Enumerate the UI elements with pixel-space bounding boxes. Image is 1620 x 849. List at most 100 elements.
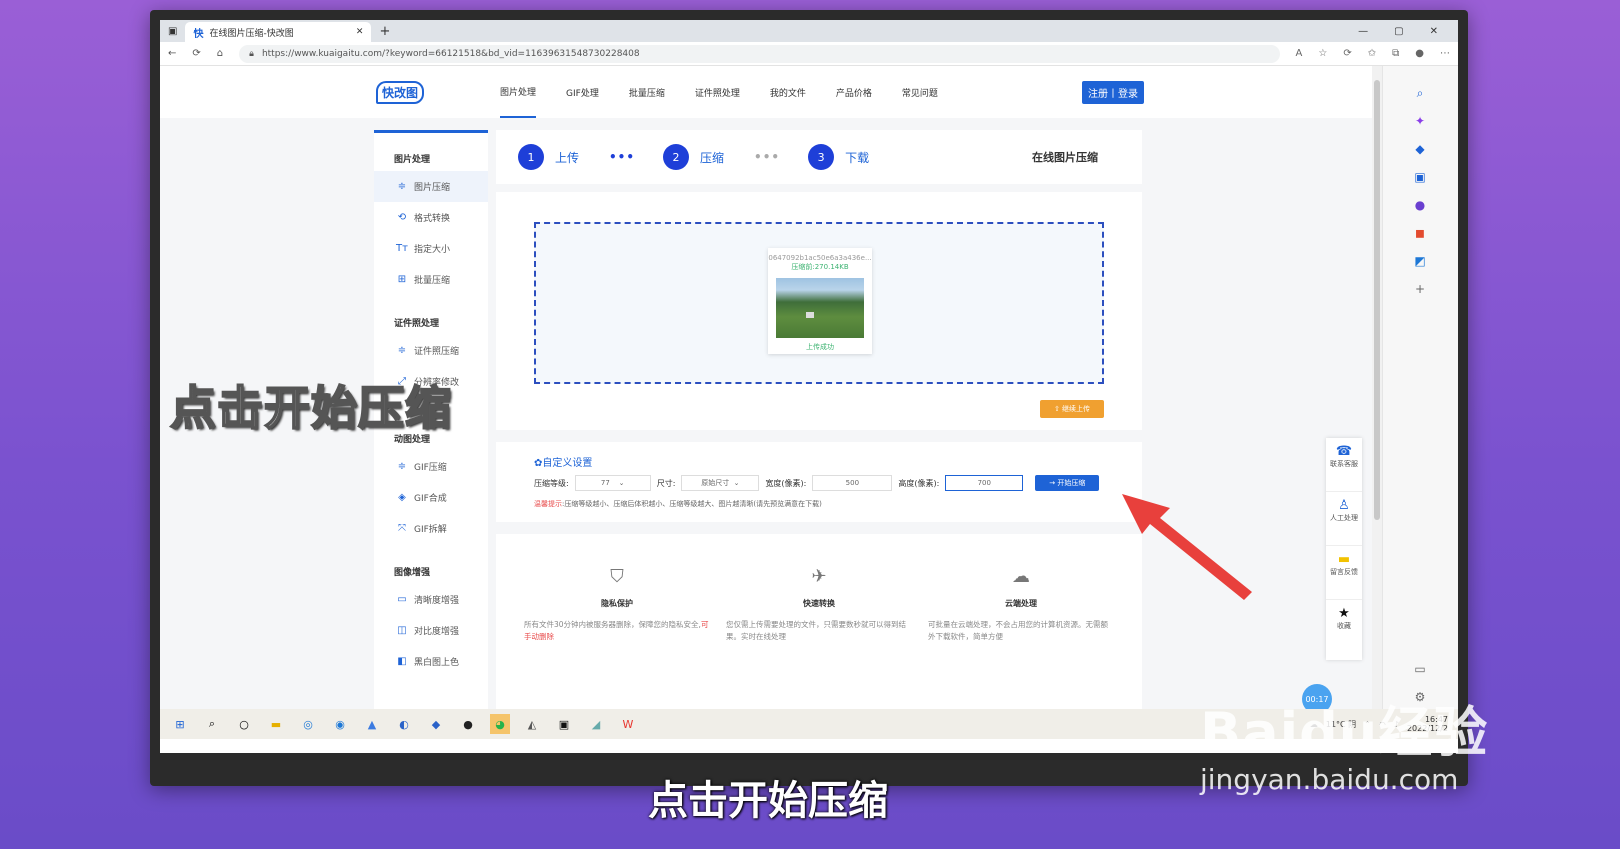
back-icon[interactable]: ← (168, 48, 176, 59)
sparkle-icon[interactable]: ✦ (1413, 114, 1427, 128)
favorite-add-icon[interactable]: ☆ (1318, 48, 1327, 59)
page-title: 在线图片压缩 (1032, 151, 1098, 164)
text-size-icon: Tт (396, 243, 408, 254)
upload-section: 0647092b1ac50e6a3a436e... 压缩前:270.14KB 上… (496, 192, 1142, 430)
size-select[interactable]: 原始尺寸 ⌄ (681, 475, 760, 491)
level-select[interactable]: 77 ⌄ (574, 475, 651, 491)
add-icon[interactable]: + (1413, 282, 1427, 296)
sidebar-item-gif-compress[interactable]: ≑ GIF压缩 (374, 451, 488, 482)
nav-id-photo[interactable]: 证件照处理 (695, 66, 740, 118)
cloud-icon: ☁ (1012, 566, 1030, 587)
compress-icon: ≑ (397, 181, 407, 192)
office-icon[interactable]: ◼ (1413, 226, 1427, 240)
app-icon[interactable]: ▲ (362, 714, 382, 734)
capcut-icon[interactable]: ▣ (554, 714, 574, 734)
app-icon[interactable]: ● (458, 714, 478, 734)
sidebar-item-gif-split[interactable]: ⤧ GIF拆解 (374, 513, 488, 544)
float-label: 联系客服 (1330, 460, 1358, 468)
nav-batch[interactable]: 批量压缩 (629, 66, 665, 118)
home-icon[interactable]: ⌂ (217, 48, 223, 59)
sidebar-item-colorize[interactable]: ◧ 黑白图上色 (374, 646, 488, 677)
float-label: 人工处理 (1330, 514, 1358, 522)
sidebar-item-label: GIF合成 (414, 494, 447, 504)
search-icon[interactable]: ⌕ (1413, 86, 1427, 100)
feature-desc-text: 所有文件30分钟内被服务器删除，保障您的隐私安全, (524, 620, 701, 629)
level-value: 77 (600, 479, 610, 487)
tab-actions-icon[interactable]: ▣ (168, 26, 177, 37)
sync-icon[interactable]: ⟳ (1343, 48, 1351, 59)
nav-faq[interactable]: 常见问题 (902, 66, 938, 118)
briefcase-icon[interactable]: ▣ (1413, 170, 1427, 184)
minimize-icon[interactable]: — (1358, 26, 1368, 37)
tab-close-icon[interactable]: ✕ (356, 27, 364, 37)
sidebar-item-label: 清晰度增强 (414, 596, 460, 606)
sidebar-item-format[interactable]: ⟲ 格式转换 (374, 202, 488, 233)
scrollbar-thumb[interactable] (1374, 80, 1380, 520)
sidebar-item-label: 黑白图上色 (414, 658, 460, 668)
read-aloud-icon[interactable]: A (1296, 48, 1303, 59)
width-input[interactable]: 500 (812, 475, 893, 491)
app-icon[interactable]: ◢ (586, 714, 606, 734)
url-field[interactable]: 🔒︎ https://www.kuaigaitu.com/?keyword=66… (239, 44, 1280, 63)
sidebar-item-size[interactable]: Tт 指定大小 (374, 233, 488, 264)
app-icon[interactable]: ◐ (394, 714, 414, 734)
sidebar-item-contrast[interactable]: ◫ 对比度增强 (374, 615, 488, 646)
sidebar-item-label: GIF拆解 (414, 525, 447, 535)
wps-icon[interactable]: W (618, 714, 638, 734)
new-tab-icon[interactable]: + (379, 24, 390, 39)
more-icon[interactable]: ⋯ (1440, 48, 1450, 59)
nav-my-files[interactable]: 我的文件 (770, 66, 806, 118)
file-card[interactable]: 0647092b1ac50e6a3a436e... 压缩前:270.14KB 上… (768, 248, 872, 354)
baidu-watermark: Baidu经验 jingyan.baidu.com (1200, 688, 1488, 796)
sidebar-item-batch[interactable]: ⊞ 批量压缩 (374, 264, 488, 295)
sidebar-item-image-compress[interactable]: ≑ 图片压缩 (374, 171, 488, 202)
refresh-icon[interactable]: ⟳ (192, 48, 200, 59)
profile-icon[interactable]: ● (1415, 48, 1424, 59)
size-label: 尺寸: (656, 478, 676, 488)
start-icon[interactable]: ⊞ (170, 714, 190, 734)
main-nav: 图片处理 GIF处理 批量压缩 证件照处理 我的文件 产品价格 常见问题 (500, 66, 938, 118)
height-input[interactable]: 700 (945, 475, 1024, 491)
nav-pricing[interactable]: 产品价格 (836, 66, 872, 118)
favorites-icon[interactable]: ✩ (1368, 48, 1376, 59)
app-icon[interactable]: ◆ (426, 714, 446, 734)
float-label: 收藏 (1337, 622, 1351, 630)
app-icon[interactable]: ◭ (522, 714, 542, 734)
sidebar-layout-icon[interactable]: ▭ (1413, 662, 1427, 676)
start-compress-button[interactable]: → 开始压缩 (1035, 475, 1100, 491)
rocket-icon: ✈ (811, 566, 827, 587)
contact-service-button[interactable]: ☎ 联系客服 (1326, 438, 1362, 492)
sidebar-item-clarity[interactable]: ▭ 清晰度增强 (374, 584, 488, 615)
sidebar-item-label: 格式转换 (414, 214, 451, 224)
file-explorer-icon[interactable]: ▬ (266, 714, 286, 734)
feedback-button[interactable]: ▬ 留言反馈 (1326, 546, 1362, 600)
video-subtitle: 点击开始压缩 (648, 778, 888, 824)
collections-icon[interactable]: ⧉ (1392, 48, 1399, 59)
task-view-icon[interactable]: ○ (234, 714, 254, 734)
page-scrollbar[interactable] (1372, 66, 1382, 709)
app-icon[interactable]: ◎ (298, 714, 318, 734)
outlook-icon[interactable]: ◩ (1413, 254, 1427, 268)
manual-processing-button[interactable]: ♙ 人工处理 (1326, 492, 1362, 546)
drop-zone[interactable]: 0647092b1ac50e6a3a436e... 压缩前:270.14KB 上… (534, 222, 1104, 384)
tip-body: :压缩等级越小、压缩后体积越小、压缩等级越大、图片越清晰(请先预览满意在下载) (562, 500, 822, 508)
shield-icon: ⛉ (610, 566, 624, 587)
close-window-icon[interactable]: ✕ (1430, 26, 1438, 37)
edge-icon[interactable]: ◉ (330, 714, 350, 734)
sidebar-item-gif-merge[interactable]: ◈ GIF合成 (374, 482, 488, 513)
bookmark-button[interactable]: ★ 收藏 (1326, 600, 1362, 654)
browser-tab[interactable]: 快 在线图片压缩-快改图 ✕ (185, 22, 372, 42)
nav-gif[interactable]: GIF处理 (566, 66, 599, 118)
tag-icon[interactable]: ◆ (1413, 142, 1427, 156)
people-icon[interactable]: ● (1413, 198, 1427, 212)
register-login-button[interactable]: 注册丨登录 (1082, 80, 1144, 104)
continue-upload-button[interactable]: ⇧ 继续上传 (1040, 400, 1104, 418)
nav-image[interactable]: 图片处理 (500, 66, 537, 118)
sidebar-item-id-compress[interactable]: ≑ 证件照压缩 (374, 335, 488, 366)
tutorial-caption: 点击开始压缩 (169, 380, 452, 436)
search-icon[interactable]: ⌕ (202, 714, 222, 734)
restore-icon[interactable]: ▢ (1394, 26, 1403, 37)
window-controls: — ▢ ✕ (1358, 26, 1458, 37)
site-logo[interactable]: 快改图 (376, 80, 425, 104)
wechat-icon[interactable]: ◕ (490, 714, 510, 734)
